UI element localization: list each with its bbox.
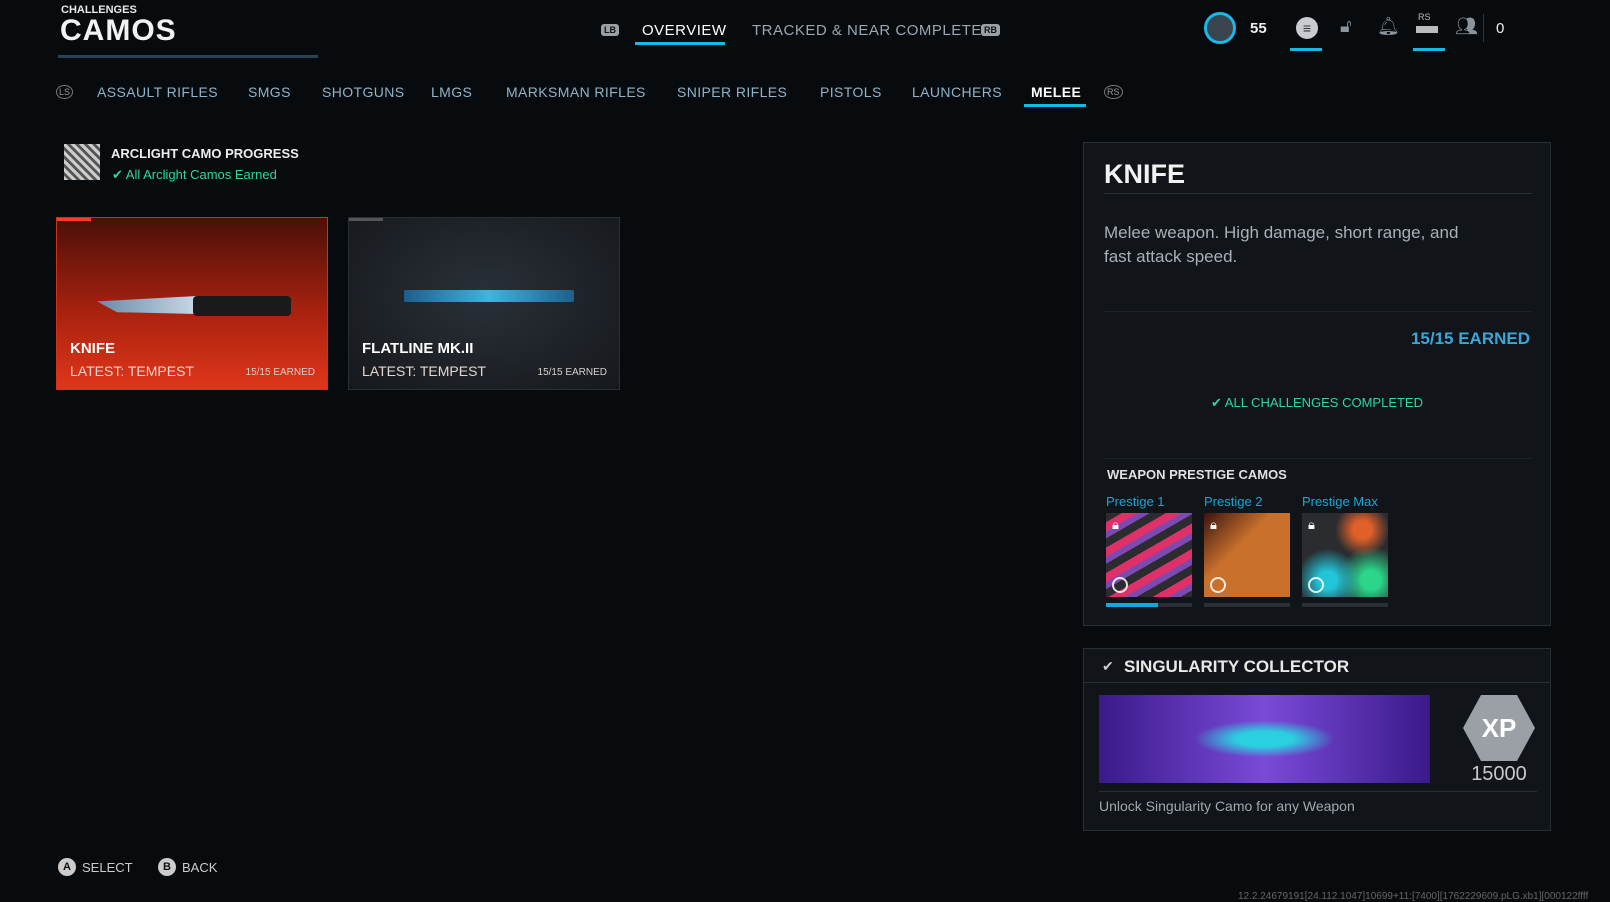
player-avatar[interactable]	[1204, 12, 1236, 44]
card-progress	[349, 218, 383, 221]
xp-badge-icon: XP	[1463, 695, 1535, 761]
reward-title: SINGULARITY COLLECTOR	[1124, 657, 1349, 677]
prestige-camos: Prestige 1 🔒︎ Prestige 2 🔒︎ Prestige Max…	[1106, 494, 1388, 607]
category-marksman-rifles[interactable]: MARKSMAN RIFLES	[506, 84, 646, 100]
reward-description: Unlock Singularity Camo for any Weapon	[1099, 798, 1355, 814]
select-button[interactable]: A SELECT	[58, 858, 133, 876]
currency-count: 0	[1496, 20, 1504, 37]
arclight-title: ARCLIGHT CAMO PROGRESS	[111, 146, 299, 161]
prestige-2-thumbnail: 🔒︎	[1204, 513, 1290, 597]
active-tab-underline	[635, 42, 725, 45]
b-button-icon: B	[158, 858, 176, 876]
weapon-card-knife[interactable]: KNIFE LATEST: TEMPEST 15/15 EARNED	[56, 217, 328, 390]
rs-button-icon[interactable]: RS	[1104, 85, 1123, 99]
weapon-name: KNIFE	[70, 340, 115, 357]
prestige-progress	[1302, 603, 1388, 607]
prestige-badge-icon	[1308, 577, 1324, 593]
check-icon: ✔	[112, 167, 126, 182]
prestige-camo-1[interactable]: Prestige 1 🔒︎	[1106, 494, 1192, 607]
page-title: CAMOS	[60, 14, 177, 48]
player-level: 55	[1250, 20, 1267, 37]
prestige-badge-icon	[1210, 577, 1226, 593]
flatline-weapon-image	[404, 290, 574, 302]
detail-earned: 15/15 EARNED	[1411, 329, 1530, 349]
lock-icon: 🔒︎	[1112, 517, 1119, 533]
detail-description: Melee weapon. High damage, short range, …	[1104, 221, 1484, 269]
category-melee[interactable]: MELEE	[1031, 84, 1081, 100]
prestige-badge-icon	[1112, 577, 1128, 593]
category-lmgs[interactable]: LMGS	[431, 84, 472, 100]
tab-overview[interactable]: OVERVIEW	[642, 22, 727, 39]
category-assault-rifles[interactable]: ASSAULT RIFLES	[97, 84, 218, 100]
weapon-earned: 15/15 EARNED	[538, 367, 607, 378]
weapon-card-flatline[interactable]: FLATLINE MK.II LATEST: TEMPEST 15/15 EAR…	[348, 217, 620, 390]
a-button-icon: A	[58, 858, 76, 876]
prestige-max-thumbnail: 🔒︎	[1302, 513, 1388, 597]
prestige-camo-max[interactable]: Prestige Max 🔒︎	[1302, 494, 1388, 607]
prestige-1-thumbnail: 🔒︎	[1106, 513, 1192, 597]
tab-tracked-near-complete[interactable]: TRACKED & NEAR COMPLETE	[752, 22, 982, 39]
bell-icon[interactable]: 🔔︎	[1377, 16, 1400, 37]
rs-label: RS	[1418, 12, 1431, 22]
xp-amount: 15000	[1459, 763, 1539, 786]
menu-underline	[1290, 48, 1322, 51]
check-icon: ✔	[1102, 658, 1114, 675]
divider	[1104, 458, 1532, 459]
prestige-label: Prestige 1	[1106, 494, 1192, 509]
challenges-completed-text: ALL CHALLENGES COMPLETED	[1225, 395, 1423, 410]
lock-icon: 🔒︎	[1308, 517, 1315, 533]
divider	[1104, 311, 1532, 312]
header-decoration	[58, 55, 318, 58]
build-version: 12.2.24679191[24.112.1047]10699+11:[7400…	[1238, 891, 1588, 902]
rs-underline	[1413, 48, 1445, 51]
singularity-camo-image	[1099, 695, 1430, 783]
back-button[interactable]: B BACK	[158, 858, 217, 876]
weapon-latest-camo: LATEST: TEMPEST	[362, 363, 486, 379]
prestige-camo-2[interactable]: Prestige 2 🔒︎	[1204, 494, 1290, 607]
party-icon[interactable]: 👥︎	[1455, 16, 1478, 37]
arclight-camo-thumbnail	[64, 144, 100, 180]
prestige-label: Prestige Max	[1302, 494, 1388, 509]
divider	[1099, 791, 1537, 792]
rs-social-icon[interactable]	[1416, 26, 1438, 33]
arclight-status: ✔ All Arclight Camos Earned	[112, 167, 277, 183]
weapon-detail-panel: KNIFE Melee weapon. High damage, short r…	[1083, 142, 1551, 626]
back-label: BACK	[182, 860, 217, 875]
divider	[1104, 193, 1532, 194]
select-label: SELECT	[82, 860, 133, 875]
rb-button-icon[interactable]: RB	[981, 24, 1000, 36]
category-launchers[interactable]: LAUNCHERS	[912, 84, 1002, 100]
category-shotguns[interactable]: SHOTGUNS	[322, 84, 405, 100]
challenges-completed: ✔ ALL CHALLENGES COMPLETED	[1084, 395, 1550, 411]
unlock-icon[interactable]: 🔓︎	[1340, 16, 1352, 37]
category-sniper-rifles[interactable]: SNIPER RIFLES	[677, 84, 787, 100]
lock-icon: 🔒︎	[1210, 517, 1217, 533]
arclight-status-text: All Arclight Camos Earned	[126, 167, 277, 182]
prestige-title: WEAPON PRESTIGE CAMOS	[1107, 467, 1287, 482]
knife-blade-image	[97, 296, 197, 314]
lb-button-icon[interactable]: LB	[601, 24, 619, 36]
active-category-underline	[1024, 104, 1086, 107]
menu-icon[interactable]: ≡	[1296, 17, 1318, 39]
check-icon: ✔	[1211, 395, 1225, 410]
reward-panel: ✔ SINGULARITY COLLECTOR XP 15000 Unlock …	[1083, 648, 1551, 831]
weapon-name: FLATLINE MK.II	[362, 340, 473, 357]
category-pistols[interactable]: PISTOLS	[820, 84, 882, 100]
category-smgs[interactable]: SMGS	[248, 84, 291, 100]
divider	[1483, 14, 1484, 42]
weapon-latest-camo: LATEST: TEMPEST	[70, 363, 194, 379]
prestige-progress	[1204, 603, 1290, 607]
weapon-earned: 15/15 EARNED	[246, 367, 315, 378]
ls-button-icon[interactable]: LS	[56, 85, 73, 99]
card-progress	[57, 218, 91, 221]
detail-title: KNIFE	[1104, 159, 1185, 190]
prestige-label: Prestige 2	[1204, 494, 1290, 509]
prestige-progress	[1106, 603, 1192, 607]
knife-handle-image	[193, 296, 291, 316]
